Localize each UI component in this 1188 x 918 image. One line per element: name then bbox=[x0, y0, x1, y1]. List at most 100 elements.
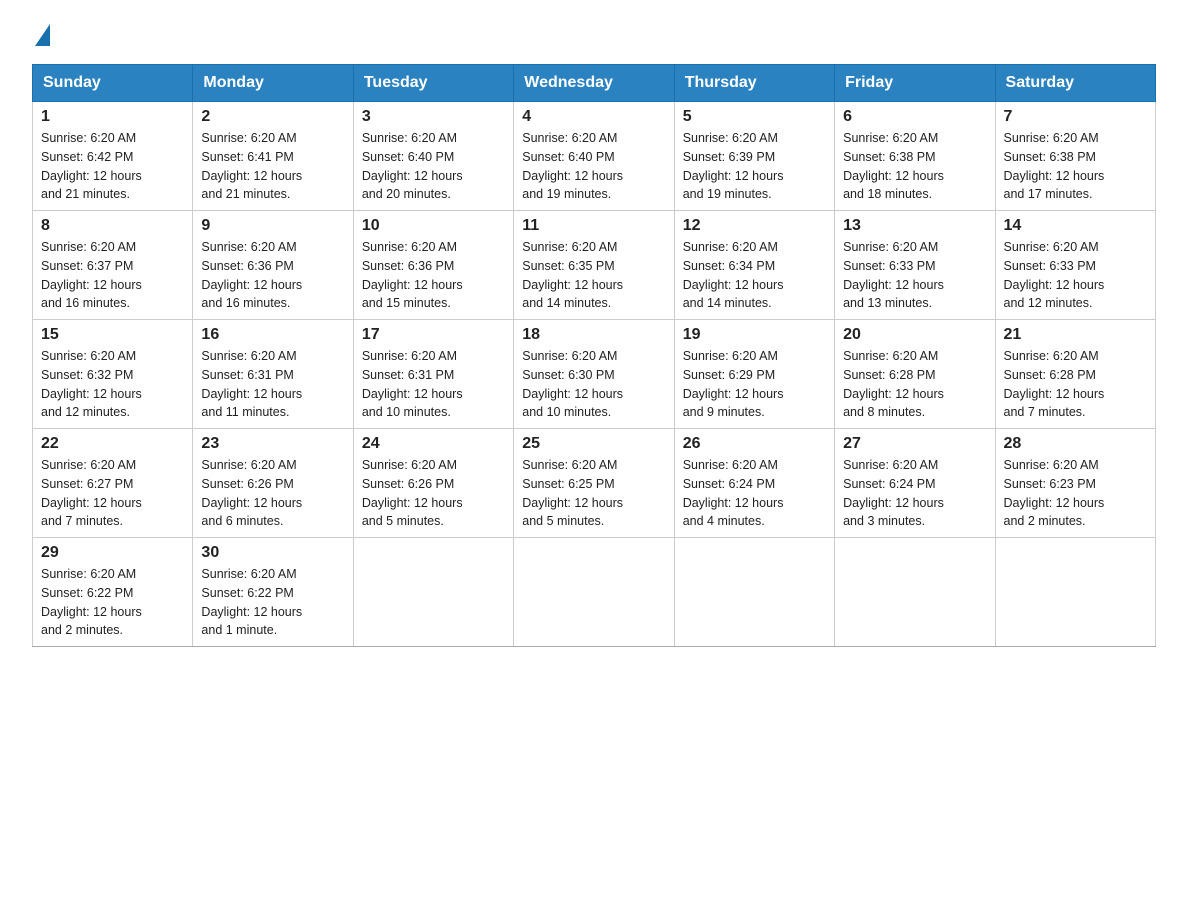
day-number: 14 bbox=[1004, 217, 1147, 235]
calendar-cell: 29 Sunrise: 6:20 AMSunset: 6:22 PMDaylig… bbox=[33, 538, 193, 647]
day-number: 12 bbox=[683, 217, 826, 235]
calendar-table: SundayMondayTuesdayWednesdayThursdayFrid… bbox=[32, 64, 1156, 647]
calendar-week-3: 15 Sunrise: 6:20 AMSunset: 6:32 PMDaylig… bbox=[33, 320, 1156, 429]
calendar-cell: 13 Sunrise: 6:20 AMSunset: 6:33 PMDaylig… bbox=[835, 211, 995, 320]
col-header-wednesday: Wednesday bbox=[514, 65, 674, 102]
col-header-friday: Friday bbox=[835, 65, 995, 102]
day-info: Sunrise: 6:20 AMSunset: 6:40 PMDaylight:… bbox=[362, 129, 505, 204]
day-info: Sunrise: 6:20 AMSunset: 6:34 PMDaylight:… bbox=[683, 238, 826, 313]
day-number: 11 bbox=[522, 217, 665, 235]
calendar-cell: 10 Sunrise: 6:20 AMSunset: 6:36 PMDaylig… bbox=[353, 211, 513, 320]
day-number: 30 bbox=[201, 544, 344, 562]
day-info: Sunrise: 6:20 AMSunset: 6:38 PMDaylight:… bbox=[1004, 129, 1147, 204]
calendar-cell: 19 Sunrise: 6:20 AMSunset: 6:29 PMDaylig… bbox=[674, 320, 834, 429]
col-header-monday: Monday bbox=[193, 65, 353, 102]
day-number: 23 bbox=[201, 435, 344, 453]
calendar-cell: 9 Sunrise: 6:20 AMSunset: 6:36 PMDayligh… bbox=[193, 211, 353, 320]
calendar-cell: 8 Sunrise: 6:20 AMSunset: 6:37 PMDayligh… bbox=[33, 211, 193, 320]
calendar-cell: 24 Sunrise: 6:20 AMSunset: 6:26 PMDaylig… bbox=[353, 429, 513, 538]
calendar-week-1: 1 Sunrise: 6:20 AMSunset: 6:42 PMDayligh… bbox=[33, 102, 1156, 211]
calendar-cell: 4 Sunrise: 6:20 AMSunset: 6:40 PMDayligh… bbox=[514, 102, 674, 211]
calendar-cell: 16 Sunrise: 6:20 AMSunset: 6:31 PMDaylig… bbox=[193, 320, 353, 429]
calendar-cell: 15 Sunrise: 6:20 AMSunset: 6:32 PMDaylig… bbox=[33, 320, 193, 429]
day-number: 13 bbox=[843, 217, 986, 235]
day-number: 16 bbox=[201, 326, 344, 344]
day-number: 17 bbox=[362, 326, 505, 344]
day-info: Sunrise: 6:20 AMSunset: 6:33 PMDaylight:… bbox=[1004, 238, 1147, 313]
day-number: 29 bbox=[41, 544, 184, 562]
calendar-cell: 6 Sunrise: 6:20 AMSunset: 6:38 PMDayligh… bbox=[835, 102, 995, 211]
day-number: 8 bbox=[41, 217, 184, 235]
calendar-week-2: 8 Sunrise: 6:20 AMSunset: 6:37 PMDayligh… bbox=[33, 211, 1156, 320]
day-info: Sunrise: 6:20 AMSunset: 6:33 PMDaylight:… bbox=[843, 238, 986, 313]
day-number: 6 bbox=[843, 108, 986, 126]
day-number: 9 bbox=[201, 217, 344, 235]
day-info: Sunrise: 6:20 AMSunset: 6:38 PMDaylight:… bbox=[843, 129, 986, 204]
col-header-sunday: Sunday bbox=[33, 65, 193, 102]
day-info: Sunrise: 6:20 AMSunset: 6:29 PMDaylight:… bbox=[683, 347, 826, 422]
day-info: Sunrise: 6:20 AMSunset: 6:32 PMDaylight:… bbox=[41, 347, 184, 422]
logo-arrow-icon bbox=[35, 24, 50, 46]
calendar-cell bbox=[353, 538, 513, 647]
day-info: Sunrise: 6:20 AMSunset: 6:22 PMDaylight:… bbox=[201, 565, 344, 640]
day-info: Sunrise: 6:20 AMSunset: 6:26 PMDaylight:… bbox=[201, 456, 344, 531]
calendar-cell: 5 Sunrise: 6:20 AMSunset: 6:39 PMDayligh… bbox=[674, 102, 834, 211]
day-number: 22 bbox=[41, 435, 184, 453]
day-info: Sunrise: 6:20 AMSunset: 6:35 PMDaylight:… bbox=[522, 238, 665, 313]
day-info: Sunrise: 6:20 AMSunset: 6:28 PMDaylight:… bbox=[1004, 347, 1147, 422]
day-info: Sunrise: 6:20 AMSunset: 6:40 PMDaylight:… bbox=[522, 129, 665, 204]
calendar-cell: 1 Sunrise: 6:20 AMSunset: 6:42 PMDayligh… bbox=[33, 102, 193, 211]
day-info: Sunrise: 6:20 AMSunset: 6:42 PMDaylight:… bbox=[41, 129, 184, 204]
calendar-cell: 26 Sunrise: 6:20 AMSunset: 6:24 PMDaylig… bbox=[674, 429, 834, 538]
day-number: 4 bbox=[522, 108, 665, 126]
calendar-cell: 3 Sunrise: 6:20 AMSunset: 6:40 PMDayligh… bbox=[353, 102, 513, 211]
calendar-cell bbox=[995, 538, 1155, 647]
day-info: Sunrise: 6:20 AMSunset: 6:31 PMDaylight:… bbox=[201, 347, 344, 422]
calendar-cell: 25 Sunrise: 6:20 AMSunset: 6:25 PMDaylig… bbox=[514, 429, 674, 538]
day-info: Sunrise: 6:20 AMSunset: 6:36 PMDaylight:… bbox=[362, 238, 505, 313]
col-header-thursday: Thursday bbox=[674, 65, 834, 102]
page-header bbox=[32, 24, 1156, 46]
day-number: 24 bbox=[362, 435, 505, 453]
day-number: 3 bbox=[362, 108, 505, 126]
day-info: Sunrise: 6:20 AMSunset: 6:30 PMDaylight:… bbox=[522, 347, 665, 422]
day-number: 28 bbox=[1004, 435, 1147, 453]
calendar-cell: 11 Sunrise: 6:20 AMSunset: 6:35 PMDaylig… bbox=[514, 211, 674, 320]
calendar-cell bbox=[514, 538, 674, 647]
calendar-cell: 23 Sunrise: 6:20 AMSunset: 6:26 PMDaylig… bbox=[193, 429, 353, 538]
calendar-cell: 14 Sunrise: 6:20 AMSunset: 6:33 PMDaylig… bbox=[995, 211, 1155, 320]
day-number: 1 bbox=[41, 108, 184, 126]
day-number: 21 bbox=[1004, 326, 1147, 344]
day-number: 25 bbox=[522, 435, 665, 453]
day-number: 5 bbox=[683, 108, 826, 126]
day-number: 15 bbox=[41, 326, 184, 344]
day-info: Sunrise: 6:20 AMSunset: 6:22 PMDaylight:… bbox=[41, 565, 184, 640]
day-info: Sunrise: 6:20 AMSunset: 6:31 PMDaylight:… bbox=[362, 347, 505, 422]
calendar-cell bbox=[835, 538, 995, 647]
day-number: 10 bbox=[362, 217, 505, 235]
calendar-cell: 20 Sunrise: 6:20 AMSunset: 6:28 PMDaylig… bbox=[835, 320, 995, 429]
calendar-cell: 2 Sunrise: 6:20 AMSunset: 6:41 PMDayligh… bbox=[193, 102, 353, 211]
day-info: Sunrise: 6:20 AMSunset: 6:23 PMDaylight:… bbox=[1004, 456, 1147, 531]
calendar-cell: 28 Sunrise: 6:20 AMSunset: 6:23 PMDaylig… bbox=[995, 429, 1155, 538]
calendar-week-4: 22 Sunrise: 6:20 AMSunset: 6:27 PMDaylig… bbox=[33, 429, 1156, 538]
calendar-cell bbox=[674, 538, 834, 647]
calendar-week-5: 29 Sunrise: 6:20 AMSunset: 6:22 PMDaylig… bbox=[33, 538, 1156, 647]
day-number: 27 bbox=[843, 435, 986, 453]
day-info: Sunrise: 6:20 AMSunset: 6:24 PMDaylight:… bbox=[683, 456, 826, 531]
day-info: Sunrise: 6:20 AMSunset: 6:25 PMDaylight:… bbox=[522, 456, 665, 531]
day-number: 18 bbox=[522, 326, 665, 344]
calendar-header-row: SundayMondayTuesdayWednesdayThursdayFrid… bbox=[33, 65, 1156, 102]
day-info: Sunrise: 6:20 AMSunset: 6:26 PMDaylight:… bbox=[362, 456, 505, 531]
col-header-tuesday: Tuesday bbox=[353, 65, 513, 102]
col-header-saturday: Saturday bbox=[995, 65, 1155, 102]
calendar-cell: 27 Sunrise: 6:20 AMSunset: 6:24 PMDaylig… bbox=[835, 429, 995, 538]
logo bbox=[32, 24, 52, 46]
day-number: 7 bbox=[1004, 108, 1147, 126]
day-number: 20 bbox=[843, 326, 986, 344]
calendar-cell: 30 Sunrise: 6:20 AMSunset: 6:22 PMDaylig… bbox=[193, 538, 353, 647]
day-info: Sunrise: 6:20 AMSunset: 6:28 PMDaylight:… bbox=[843, 347, 986, 422]
day-info: Sunrise: 6:20 AMSunset: 6:37 PMDaylight:… bbox=[41, 238, 184, 313]
day-number: 26 bbox=[683, 435, 826, 453]
calendar-cell: 18 Sunrise: 6:20 AMSunset: 6:30 PMDaylig… bbox=[514, 320, 674, 429]
